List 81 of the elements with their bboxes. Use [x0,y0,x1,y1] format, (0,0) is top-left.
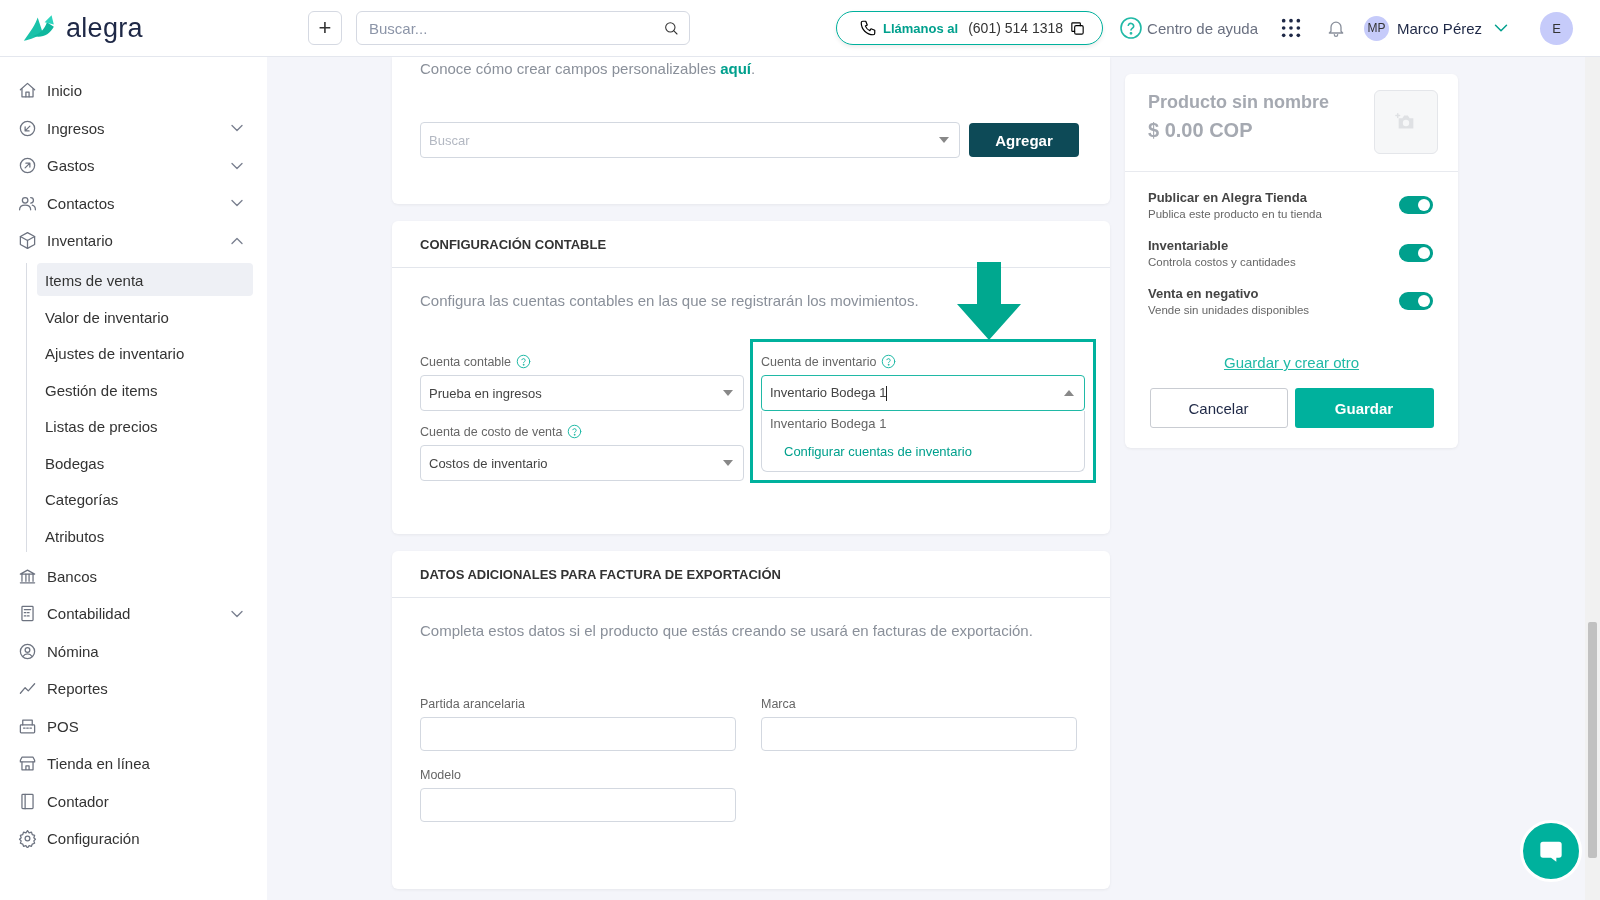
field-label: Partida arancelaria [420,697,525,711]
search-input[interactable]: Buscar... [367,18,663,38]
search-icon [663,20,679,36]
help-icon[interactable] [516,354,532,369]
phone-icon [859,19,877,37]
user-menu[interactable]: MP Marco Pérez [1364,15,1513,41]
scrollbar[interactable] [1585,57,1600,900]
nav-item[interactable]: Contabilidad [0,595,267,633]
field-label: Cuenta contable [420,354,512,369]
toggle-description: Vende sin unidades disponibles [1148,304,1310,316]
nav-item[interactable]: Reportes [0,670,267,708]
help-icon[interactable] [881,354,897,369]
down-arrow-icon [957,262,1021,340]
toggle-title: Publicar en Alegra Tienda [1148,190,1308,205]
select-field[interactable]: Prueba en ingresos [420,375,744,411]
nav-subitem[interactable]: Items de venta [37,263,253,296]
nav-item[interactable]: Inventario [0,222,267,260]
field-label: Cuenta de costo de venta [420,424,563,439]
help-icon [1119,16,1144,40]
product-price: $ 0.00 COP [1148,119,1254,142]
nav-subitem[interactable]: Categorías [37,482,253,515]
dropdown-option[interactable]: Inventario Bodega 1 [762,413,1084,431]
nav-icon [18,791,37,811]
search-field[interactable]: Buscar... [356,11,690,45]
add-button[interactable]: Agregar [969,123,1079,157]
copy-icon [1069,19,1087,37]
nav-item[interactable]: Nómina [0,632,267,670]
field-label: Modelo [420,768,461,782]
select-field[interactable]: Inventario Bodega 1 [761,375,1085,411]
input-field[interactable] [761,717,1077,751]
toggle-switch[interactable] [1399,244,1433,262]
field-label: Marca [761,697,796,711]
search-input[interactable]: Buscar [429,132,937,148]
toggle-description: Controla costos y cantidades [1148,256,1296,268]
nav-item[interactable]: Configuración [0,820,267,858]
nav-item[interactable]: Bancos [0,557,267,595]
photo-upload[interactable] [1374,90,1438,154]
product-name: Producto sin nombre [1148,92,1329,113]
nav-icon [18,829,37,849]
nav-icon [18,604,37,624]
logo-text: alegra [66,12,143,44]
nav-item[interactable]: POS [0,707,267,745]
apps-grid-icon[interactable] [1280,17,1303,39]
toggle-switch[interactable] [1399,292,1433,310]
cancel-button[interactable]: Cancelar [1149,388,1288,428]
nav-icon [18,231,37,251]
field-label: Cuenta de inventario [761,354,877,369]
input-field[interactable] [420,788,736,822]
section-title: CONFIGURACIÓN CONTABLE [392,221,1110,268]
call-button[interactable]: Llámanos al (601) 514 1318 [836,11,1104,45]
nav-subitem[interactable]: Bodegas [37,445,253,479]
nav-item[interactable]: Contador [0,782,267,820]
section-title: DATOS ADICIONALES PARA FACTURA DE EXPORTACIÓN [392,551,1110,598]
nav-item[interactable]: Tienda en línea [0,745,267,783]
toggle-switch[interactable] [1399,196,1433,214]
nav-subitem[interactable]: Valor de inventario [37,299,253,333]
nav-subitem[interactable]: Gestión de items [37,372,253,406]
nav-item[interactable]: Contactos [0,184,267,222]
help-icon[interactable] [567,424,583,439]
nav-item[interactable]: Inicio [0,72,267,110]
section-description: Configura las cuentas contables en las que se registrarán los movimientos. [420,291,920,311]
toggle-description: Publica este producto en tu tienda [1148,208,1322,220]
nav-subitem[interactable]: Ajustes de inventario [37,336,253,369]
nav-icon [18,118,37,138]
toggle-title: Inventariable [1148,238,1230,253]
account-avatar[interactable]: E [1540,11,1574,45]
help-link[interactable]: Centro de ayuda [1119,16,1259,40]
help-text: Conoce cómo crear campos personalizables aquí. [420,59,757,79]
nav-subitem[interactable]: Listas de precios [37,409,253,442]
add-button[interactable]: + [308,11,342,45]
search-select[interactable]: Buscar [420,122,960,158]
nav-subitem[interactable]: Atributos [37,518,253,552]
toggle-title: Venta en negativo [1148,286,1260,301]
select-field[interactable]: Costos de inventario [420,445,744,481]
nav-item[interactable]: Gastos [0,147,267,185]
nav-icon [18,641,37,661]
section-description: Completa estos datos si el producto que estás creando se usará en facturas de exportación. [420,621,1034,641]
user-avatar: MP [1364,15,1390,41]
input-field[interactable] [420,717,736,751]
nav-item[interactable]: Ingresos [0,109,267,147]
nav-icon [18,156,37,176]
